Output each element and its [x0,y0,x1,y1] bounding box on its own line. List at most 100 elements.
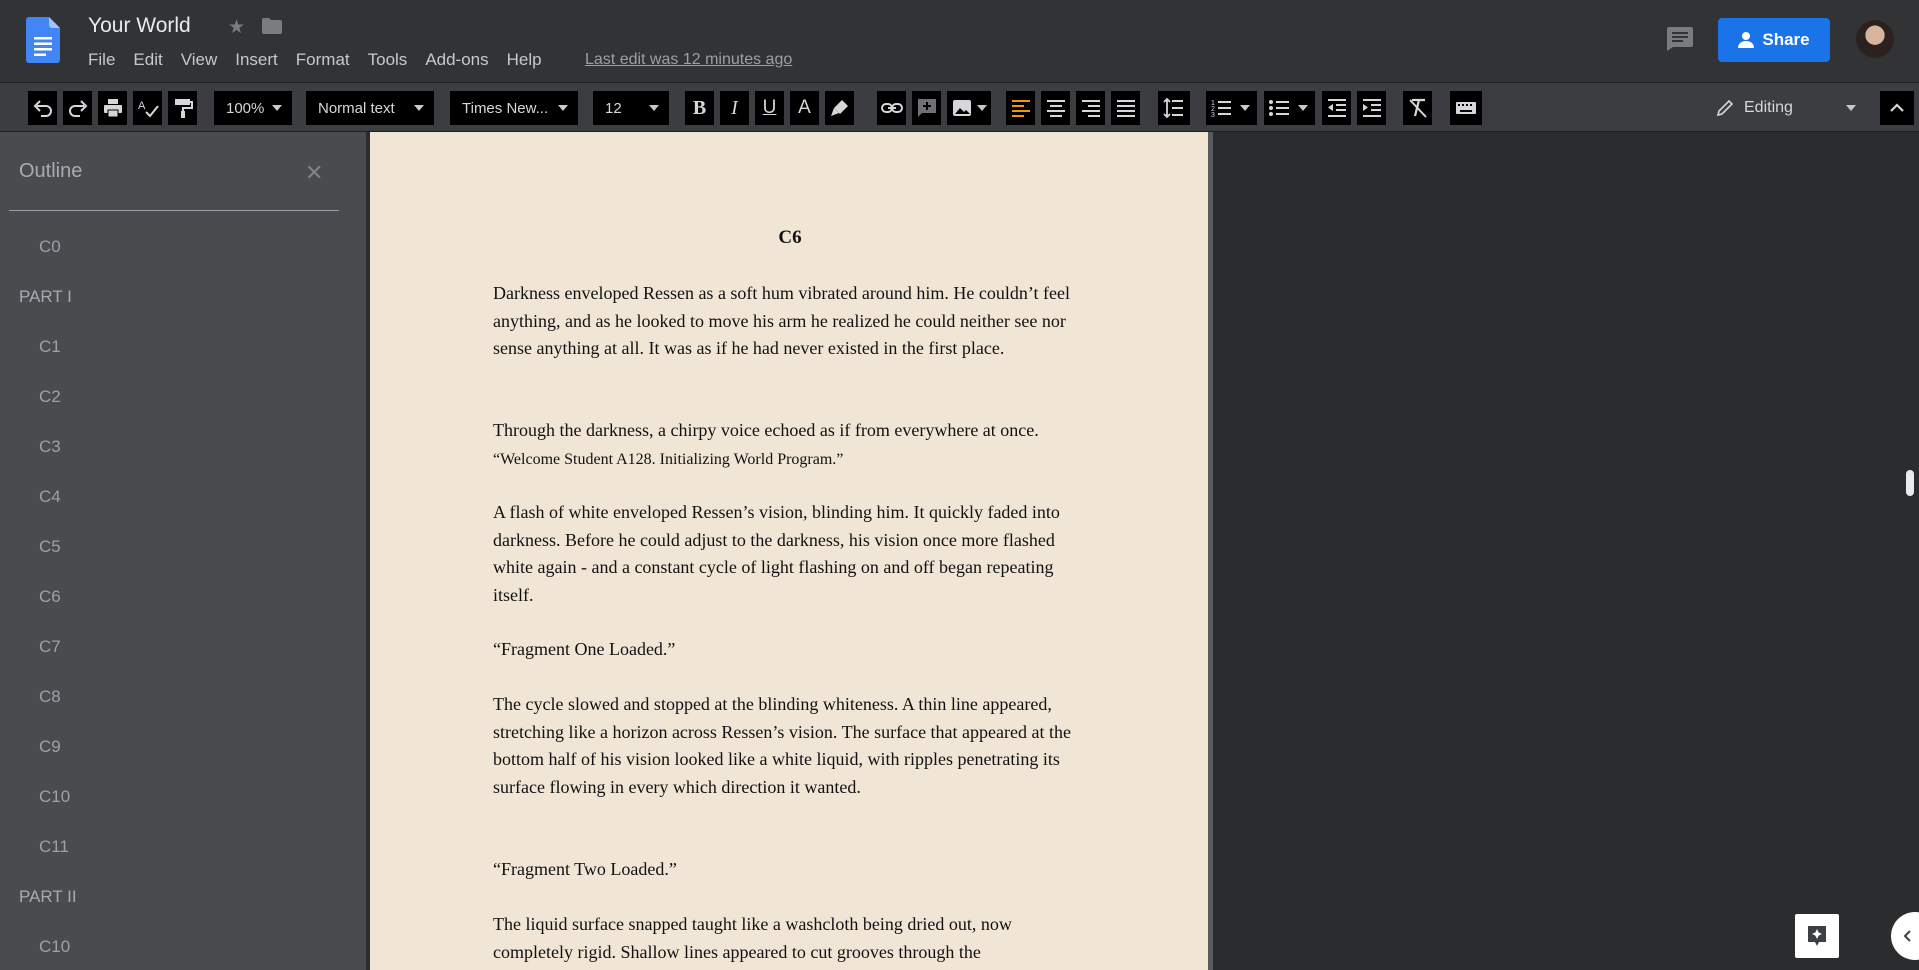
outline-panel: Outline ✕ C0 PART I C1 C2 C3 C4 C5 C6 C7… [0,132,366,970]
clear-formatting-button[interactable] [1403,91,1432,125]
chapter-heading: C6 [778,227,802,248]
input-tools-button[interactable] [1450,91,1482,125]
add-comment-icon [917,99,936,117]
outline-item[interactable]: C0 [39,237,61,257]
outline-item[interactable]: C5 [39,537,61,557]
menu-file[interactable]: File [88,50,115,70]
text-color-icon: A [798,97,811,118]
align-left-button[interactable] [1006,91,1035,125]
chevron-down-icon [1240,105,1250,111]
line-spacing-icon [1163,97,1183,119]
justify-icon [1116,100,1135,117]
align-center-button[interactable] [1041,91,1070,125]
menu-view[interactable]: View [181,50,218,70]
bulleted-list-button[interactable] [1264,91,1315,125]
explore-sparkle-icon [1808,926,1826,946]
title-bar: Your World ★ File Edit View Insert Forma… [0,0,1919,82]
outline-item[interactable]: C11 [39,837,69,857]
insert-image-button[interactable] [947,91,991,125]
menu-help[interactable]: Help [507,50,542,70]
scrollbar-thumb[interactable] [1906,470,1914,496]
style-value: Normal text [318,99,395,117]
paint-format-button[interactable] [168,91,197,125]
spellcheck-button[interactable]: A [133,91,162,125]
keyboard-icon [1456,102,1476,114]
outline-item[interactable]: C7 [39,637,61,657]
zoom-select[interactable]: 100% [214,91,292,125]
paragraph: “Fragment One Loaded.” [493,639,676,659]
hide-menus-button[interactable] [1880,91,1914,125]
formatting-toolbar: A 100% Normal text Times New... 12 B I U… [0,82,1919,132]
highlight-button[interactable] [825,91,854,125]
bold-icon: B [692,96,707,119]
outline-item[interactable]: C10 [39,787,70,807]
close-icon[interactable]: ✕ [305,160,323,186]
chevron-left-icon [1903,930,1911,942]
image-icon [953,100,971,116]
bold-button[interactable]: B [685,91,714,125]
increase-indent-icon [1362,99,1381,117]
outline-item[interactable]: C6 [39,587,61,607]
menu-format[interactable]: Format [296,50,350,70]
font-size-select[interactable]: 12 [593,91,669,125]
print-button[interactable] [98,91,127,125]
avatar[interactable] [1856,20,1894,58]
last-edit-link[interactable]: Last edit was 12 minutes ago [585,51,792,69]
align-right-button[interactable] [1076,91,1105,125]
increase-indent-button[interactable] [1357,91,1386,125]
decrease-indent-button[interactable] [1322,91,1351,125]
clear-formatting-icon [1408,98,1427,118]
underline-icon: U [762,97,777,118]
outline-item[interactable]: PART II [19,887,77,907]
menu-edit[interactable]: Edit [133,50,162,70]
paragraph: Darkness enveloped Ressen as a soft hum … [493,283,1071,358]
document-page[interactable]: C6 Darkness enveloped Ressen as a soft h… [370,132,1210,970]
editing-mode-label: Editing [1744,99,1793,116]
outline-item[interactable]: C8 [39,687,61,707]
zoom-value: 100% [226,99,265,117]
docs-logo-icon[interactable] [26,17,60,63]
outline-item[interactable]: C4 [39,487,61,507]
justify-button[interactable] [1111,91,1140,125]
insert-link-button[interactable] [877,91,906,125]
svg-text:3: 3 [1211,112,1215,119]
menu-tools[interactable]: Tools [368,50,408,70]
menu-insert[interactable]: Insert [235,50,278,70]
editing-mode-select[interactable]: Editing [1708,91,1866,125]
add-comment-button[interactable] [912,91,941,125]
folder-icon[interactable] [262,18,282,34]
italic-button[interactable]: I [720,91,749,125]
chevron-up-icon [1890,103,1904,112]
outline-item[interactable]: C2 [39,387,61,407]
share-button[interactable]: Share [1718,18,1830,62]
menu-addons[interactable]: Add-ons [425,50,488,70]
outline-item[interactable]: C9 [39,737,61,757]
paragraph: The cycle slowed and stopped at the blin… [493,694,1071,797]
paragraph: The liquid surface snapped taught like a… [493,914,1012,962]
paragraph: A flash of white enveloped Ressen’s visi… [493,502,1060,605]
spellcheck-icon: A [138,100,159,118]
chevron-down-icon [1846,105,1856,111]
document-title[interactable]: Your World [88,14,191,38]
line-spacing-button[interactable] [1158,91,1190,125]
undo-icon [33,100,52,117]
align-left-icon [1011,100,1030,117]
font-select[interactable]: Times New... [450,91,578,125]
outline-item[interactable]: PART I [19,287,72,307]
redo-button[interactable] [63,91,92,125]
star-icon[interactable]: ★ [228,16,245,39]
outline-item[interactable]: C10 [39,937,70,957]
style-select[interactable]: Normal text [306,91,434,125]
outline-item[interactable]: C3 [39,437,61,457]
underline-button[interactable]: U [755,91,784,125]
decrease-indent-icon [1327,99,1346,117]
numbered-list-button[interactable]: 123 [1206,91,1257,125]
outline-title: Outline [19,160,83,182]
undo-button[interactable] [28,91,57,125]
explore-button[interactable] [1795,914,1839,958]
outline-item[interactable]: C1 [39,337,61,357]
print-icon [103,99,122,118]
comment-icon[interactable] [1667,27,1693,51]
text-color-button[interactable]: A [790,91,819,125]
highlight-pen-icon [830,100,848,116]
